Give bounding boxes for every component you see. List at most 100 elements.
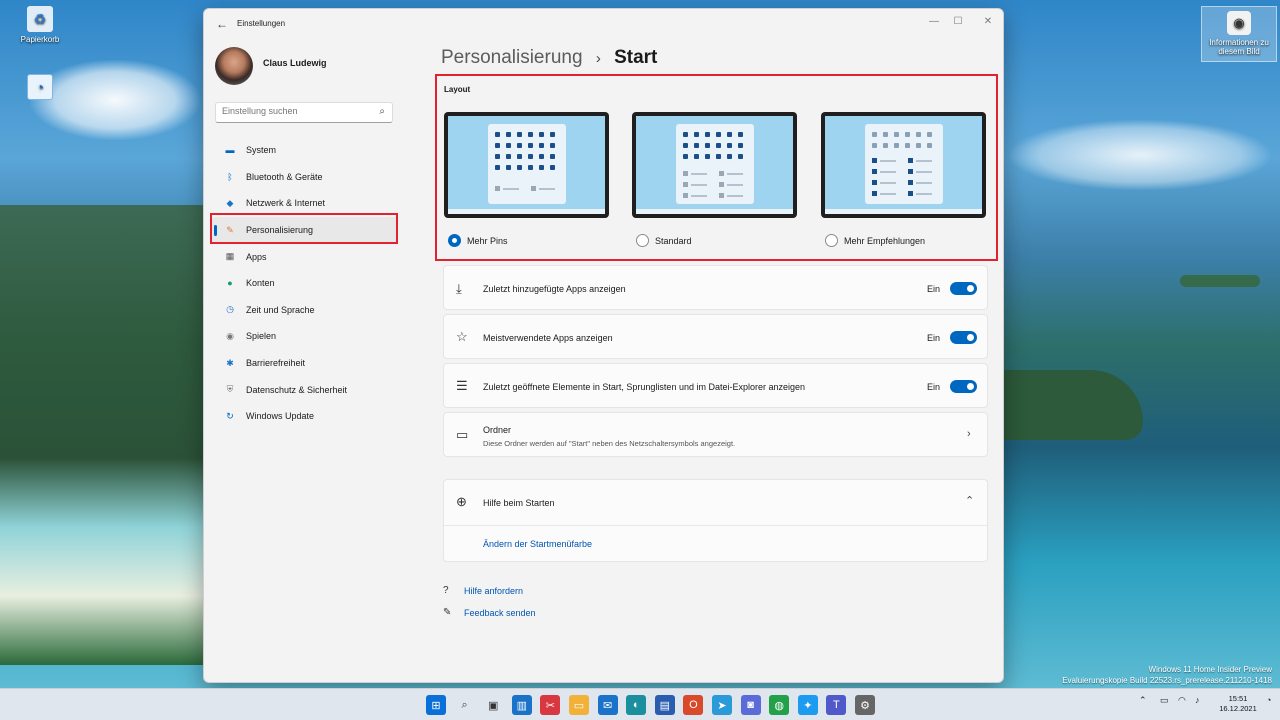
sidebar-item-apps[interactable]: ▦ Apps [212, 243, 398, 270]
radio-button[interactable] [448, 234, 461, 247]
sidebar-item-system[interactable]: ▬ System [212, 137, 398, 164]
desktop-icon-image-info[interactable]: ◉ Informationen zu diesem Bild [1201, 6, 1277, 62]
mail-icon[interactable]: ✉ [597, 695, 618, 715]
desktop-icon-control-panel[interactable]: ◔ [10, 74, 70, 103]
sidebar-item-zeit-und-sprache[interactable]: ◷ Zeit und Sprache [212, 297, 398, 324]
clock-time: 15:51 [1228, 694, 1248, 703]
chevron-right-icon[interactable]: › [967, 428, 971, 440]
close-button[interactable]: ✕ [974, 13, 1002, 31]
globe-clock-icon: ◷ [226, 304, 234, 315]
avatar[interactable] [215, 47, 253, 85]
page-title: Start [614, 47, 658, 68]
sidebar-item-windows-update[interactable]: ↻ Windows Update [212, 403, 398, 430]
accessibility-icon: ✱ [226, 357, 234, 368]
chat-icon[interactable]: ◙ [740, 695, 761, 715]
telegram-icon[interactable]: ➤ [712, 695, 732, 715]
desktop-icon-recycle-bin[interactable]: ♻ Papierkorb [10, 6, 70, 44]
wifi-icon[interactable]: ◠ [1178, 695, 1186, 706]
feedback-label[interactable]: Feedback senden [464, 608, 536, 618]
title-bar[interactable]: ← Einstellungen — ☐ ✕ [204, 9, 1003, 39]
setting-label: Zuletzt hinzugefügte Apps anzeigen [483, 284, 626, 294]
help-section: ⊕ Hilfe beim Starten ⌃ Ändern der Startm… [443, 479, 988, 562]
widgets-icon[interactable]: ▥ [511, 695, 532, 715]
breadcrumb-parent[interactable]: Personalisierung [441, 47, 583, 68]
radio-more-pins[interactable]: Mehr Pins [448, 234, 508, 247]
divider [444, 525, 987, 526]
sidebar-item-label: Bluetooth & Geräte [246, 171, 323, 182]
update-icon: ↻ [226, 410, 234, 421]
snipping-icon[interactable]: ✂ [540, 695, 561, 715]
get-help-link[interactable]: ? Hilfe anfordern [443, 585, 523, 596]
layout-preview-standard[interactable] [632, 112, 797, 218]
feedback-link[interactable]: ✎ Feedback senden [443, 607, 536, 618]
radio-button[interactable] [636, 234, 649, 247]
back-arrow-icon[interactable]: ← [216, 17, 228, 31]
clock-date: 16.12.2021 [1219, 704, 1257, 713]
preview-pin-grid [495, 132, 557, 170]
profile-name: Claus Ludewig [263, 58, 327, 68]
sidebar-item-spielen[interactable]: ◉ Spielen [212, 323, 398, 350]
preview-screen [636, 116, 793, 214]
sidebar-item-label: Windows Update [246, 411, 315, 422]
whatsapp-icon[interactable]: ◍ [769, 695, 790, 715]
search-icon[interactable]: ⌕ [455, 695, 475, 715]
settings-search[interactable]: ⌕ [215, 102, 393, 123]
settings-icon[interactable]: ⚙ [855, 695, 875, 715]
camera-icon: ◉ [1227, 11, 1251, 35]
settings-window: ← Einstellungen — ☐ ✕ Claus Ludewig ⌕ ▬ S… [203, 8, 1004, 683]
toggle-state: Ein [927, 382, 941, 392]
sidebar-item-bluetooth-geräte[interactable]: ᛒ Bluetooth & Geräte [212, 164, 398, 191]
office-icon[interactable]: O [683, 695, 704, 715]
feedback-icon: ✎ [443, 607, 452, 618]
gamepad-icon: ◉ [226, 330, 234, 341]
radio-standard[interactable]: Standard [636, 234, 692, 247]
toggle-switch[interactable] [950, 380, 977, 393]
sidebar-item-label: Spielen [246, 331, 277, 342]
setting-most-used[interactable]: ☆ Meistverwendete Apps anzeigen Ein [443, 314, 988, 359]
setting-recent-items[interactable]: ☰ Zuletzt geöffnete Elemente in Start, S… [443, 363, 988, 408]
setting-recent-apps[interactable]: ⤓ Zuletzt hinzugefügte Apps anzeigen Ein [443, 265, 988, 310]
change-start-color-link[interactable]: Ändern der Startmenüfarbe [483, 539, 592, 549]
desktop-icon-label: Informationen zu [1209, 38, 1269, 47]
watermark-line: Windows 11 Home Insider Preview [1148, 665, 1272, 674]
toggle-switch[interactable] [950, 282, 977, 295]
apps-icon: ▦ [225, 251, 235, 262]
sidebar-item-datenschutz-sicherheit[interactable]: ⛨ Datenschutz & Sicherheit [212, 376, 398, 403]
start-icon[interactable]: ⊞ [426, 695, 446, 715]
layout-preview-more-pins[interactable] [444, 112, 609, 218]
get-help-label[interactable]: Hilfe anfordern [464, 586, 523, 596]
setting-folders[interactable]: ▭ Ordner Diese Ordner werden auf "Start"… [443, 412, 988, 457]
chevron-up-icon[interactable]: ⌃ [1139, 695, 1147, 706]
taskbar-clock[interactable]: 15:51 16.12.2021 [1216, 694, 1260, 714]
teams-icon[interactable]: T [826, 695, 847, 715]
sidebar-item-label: Barrierefreiheit [246, 358, 306, 369]
preview-taskbar [825, 209, 982, 214]
explorer-icon[interactable]: ▭ [569, 695, 589, 715]
chevron-up-icon[interactable]: ⌃ [965, 494, 974, 507]
sidebar-item-barrierefreiheit[interactable]: ✱ Barrierefreiheit [212, 350, 398, 377]
volume-icon[interactable]: ♪ [1195, 695, 1200, 705]
search-icon[interactable]: ⌕ [379, 106, 385, 117]
notification-icon[interactable]: ◔ [1266, 695, 1271, 705]
store-icon[interactable]: ▤ [654, 695, 675, 715]
preview-recommendations [872, 158, 938, 196]
layout-preview-more-recommendations[interactable] [821, 112, 986, 218]
sidebar-item-konten[interactable]: ● Konten [212, 270, 398, 297]
download-icon: ⤓ [456, 281, 462, 296]
radio-button[interactable] [825, 234, 838, 247]
network-icon[interactable]: ▭ [1160, 695, 1169, 706]
nav-highlight [210, 213, 398, 244]
setting-label: Zuletzt geöffnete Elemente in Start, Spr… [483, 382, 806, 392]
taskview-icon[interactable]: ▣ [483, 695, 503, 715]
preview-start-menu [676, 124, 754, 204]
radio-more-recommendations[interactable]: Mehr Empfehlungen [825, 234, 925, 247]
twitter-icon[interactable]: ✦ [797, 695, 818, 715]
preview-recommendations [495, 186, 561, 191]
search-input[interactable] [222, 106, 372, 116]
recycle-bin-icon: ♻ [27, 6, 53, 32]
maximize-button[interactable]: ☐ [944, 13, 972, 31]
edge-icon[interactable]: ◐ [626, 695, 647, 715]
shield-icon: ⛨ [226, 384, 234, 395]
toggle-switch[interactable] [950, 331, 977, 344]
monitor-icon: ▬ [225, 145, 235, 156]
